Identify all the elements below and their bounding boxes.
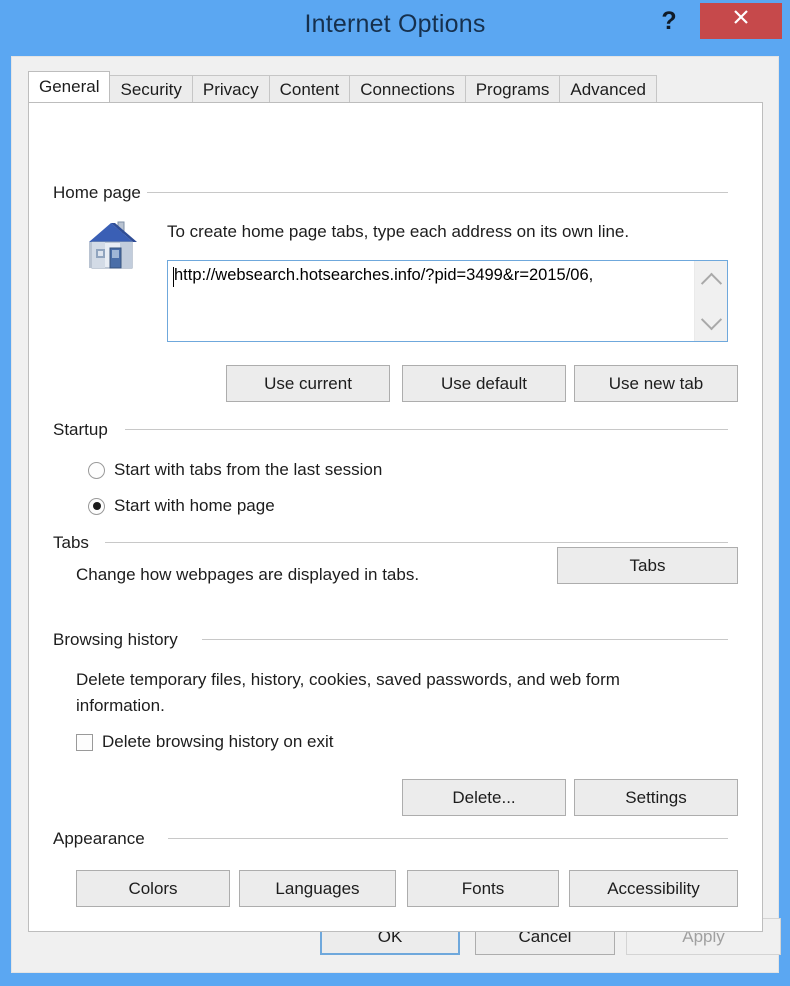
close-icon bbox=[734, 10, 748, 24]
dialog-body: PC risk.com General Security Privacy Con… bbox=[11, 56, 779, 973]
radio-start-with-home-page[interactable]: Start with home page bbox=[88, 496, 275, 516]
radio-indicator bbox=[88, 461, 105, 479]
browsing-history-group-line bbox=[202, 639, 728, 640]
tab-privacy[interactable]: Privacy bbox=[191, 75, 270, 102]
delete-browsing-history-checkbox-row[interactable]: Delete browsing history on exit bbox=[76, 732, 334, 752]
chevron-up-icon bbox=[700, 272, 722, 294]
settings-button[interactable]: Settings bbox=[574, 779, 738, 816]
appearance-group-line bbox=[168, 838, 728, 839]
chevron-down-icon bbox=[700, 308, 722, 330]
radio-start-with-last-session[interactable]: Start with tabs from the last session bbox=[88, 460, 382, 480]
url-text-area[interactable]: http://websearch.hotsearches.info/?pid=3… bbox=[168, 261, 694, 341]
fonts-button[interactable]: Fonts bbox=[407, 870, 559, 907]
delete-button[interactable]: Delete... bbox=[402, 779, 566, 816]
tab-advanced[interactable]: Advanced bbox=[559, 75, 658, 102]
accessibility-button[interactable]: Accessibility bbox=[569, 870, 738, 907]
home-page-url-value: http://websearch.hotsearches.info/?pid=3… bbox=[174, 266, 594, 284]
tab-general[interactable]: General bbox=[28, 71, 111, 102]
checkbox-indicator[interactable] bbox=[76, 733, 93, 751]
use-default-button[interactable]: Use default bbox=[402, 365, 566, 402]
radio-label: Start with home page bbox=[114, 496, 275, 515]
home-page-group-line bbox=[147, 192, 728, 193]
tab-connections[interactable]: Connections bbox=[349, 75, 466, 102]
home-page-description: To create home page tabs, type each addr… bbox=[167, 222, 630, 241]
tab-strip: General Security Privacy Content Connect… bbox=[28, 71, 658, 102]
checkbox-label: Delete browsing history on exit bbox=[102, 732, 334, 751]
startup-group-line bbox=[125, 429, 728, 430]
browsing-history-description: Delete temporary files, history, cookies… bbox=[76, 670, 620, 715]
tabs-group-label: Tabs bbox=[53, 533, 89, 552]
languages-button[interactable]: Languages bbox=[239, 870, 396, 907]
tabs-group-line bbox=[105, 542, 728, 543]
scroll-up-button[interactable] bbox=[695, 267, 727, 294]
internet-options-window: Internet Options ? PC risk.com General S… bbox=[0, 0, 790, 986]
home-page-group-label: Home page bbox=[53, 183, 141, 202]
house-icon bbox=[89, 221, 137, 269]
scroll-down-button[interactable] bbox=[695, 308, 727, 335]
help-button[interactable]: ? bbox=[656, 6, 682, 36]
radio-label: Start with tabs from the last session bbox=[114, 460, 383, 479]
close-button[interactable] bbox=[700, 3, 782, 39]
use-current-button[interactable]: Use current bbox=[226, 365, 390, 402]
title-bar: Internet Options ? bbox=[0, 0, 790, 58]
tabs-button[interactable]: Tabs bbox=[557, 547, 738, 584]
browsing-history-group-label: Browsing history bbox=[53, 630, 178, 649]
tabs-description: Change how webpages are displayed in tab… bbox=[76, 565, 420, 584]
home-page-url-textarea[interactable]: http://websearch.hotsearches.info/?pid=3… bbox=[167, 260, 728, 342]
use-new-tab-button[interactable]: Use new tab bbox=[574, 365, 738, 402]
tab-content[interactable]: Content bbox=[268, 75, 351, 102]
tab-security[interactable]: Security bbox=[109, 75, 193, 102]
colors-button[interactable]: Colors bbox=[76, 870, 230, 907]
startup-group-label: Startup bbox=[53, 420, 108, 439]
appearance-group-label: Appearance bbox=[53, 829, 145, 848]
radio-indicator bbox=[88, 497, 105, 515]
url-scrollbar[interactable] bbox=[694, 261, 727, 341]
tab-programs[interactable]: Programs bbox=[464, 75, 561, 102]
